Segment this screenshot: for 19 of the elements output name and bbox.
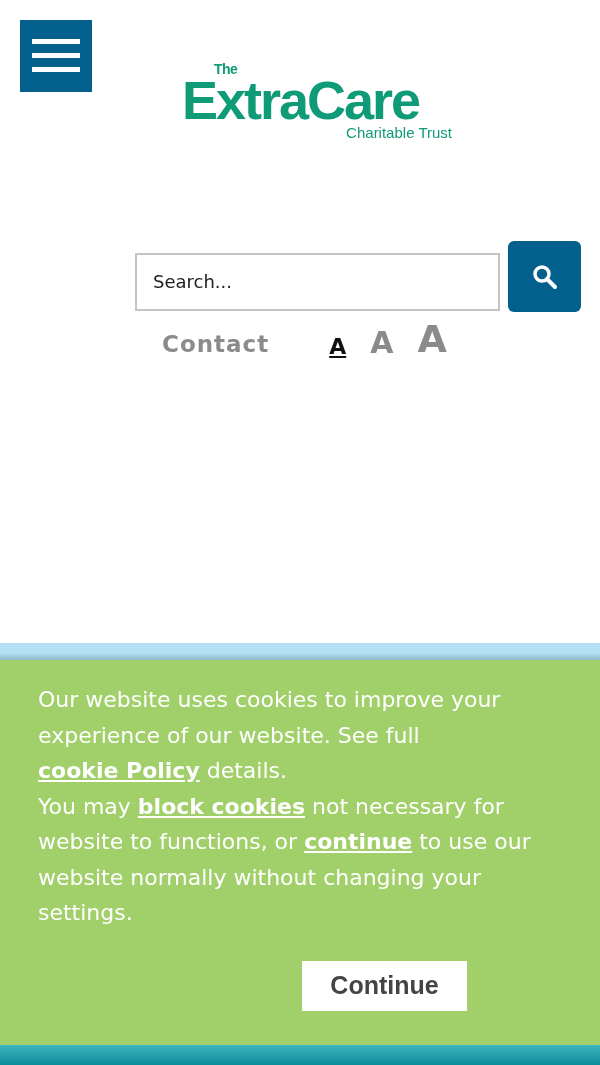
logo-subtitle: Charitable Trust: [346, 124, 452, 142]
search-button[interactable]: [508, 241, 581, 312]
menu-button[interactable]: [20, 20, 92, 92]
cookie-notice-text: You may block cookies not necessary for website to functions, or continue to use our website normally without changing your settings.: [38, 792, 532, 927]
cookie-link[interactable]: continue: [304, 829, 413, 854]
cookie-link[interactable]: cookie Policy: [38, 758, 200, 783]
search-icon: [531, 263, 558, 290]
text-size-button[interactable]: A: [370, 328, 394, 358]
continue-button[interactable]: Continue: [302, 960, 467, 1011]
menu-icon: [32, 38, 80, 74]
logo[interactable]: The ExtraCare Charitable Trust: [182, 62, 454, 148]
cookie-link[interactable]: block cookies: [137, 793, 306, 819]
search-field[interactable]: Search...: [135, 252, 500, 311]
text-size-button[interactable]: A: [417, 320, 447, 358]
cookie-notice-text: Our website uses cookies to improve your experience of our website. See full cookie Policy details.: [38, 686, 502, 785]
logo-text: ExtraCare: [182, 76, 420, 124]
text-size-button[interactable]: A: [329, 336, 347, 358]
contact-link[interactable]: Contact: [162, 330, 270, 358]
logo-text: The: [214, 62, 239, 76]
